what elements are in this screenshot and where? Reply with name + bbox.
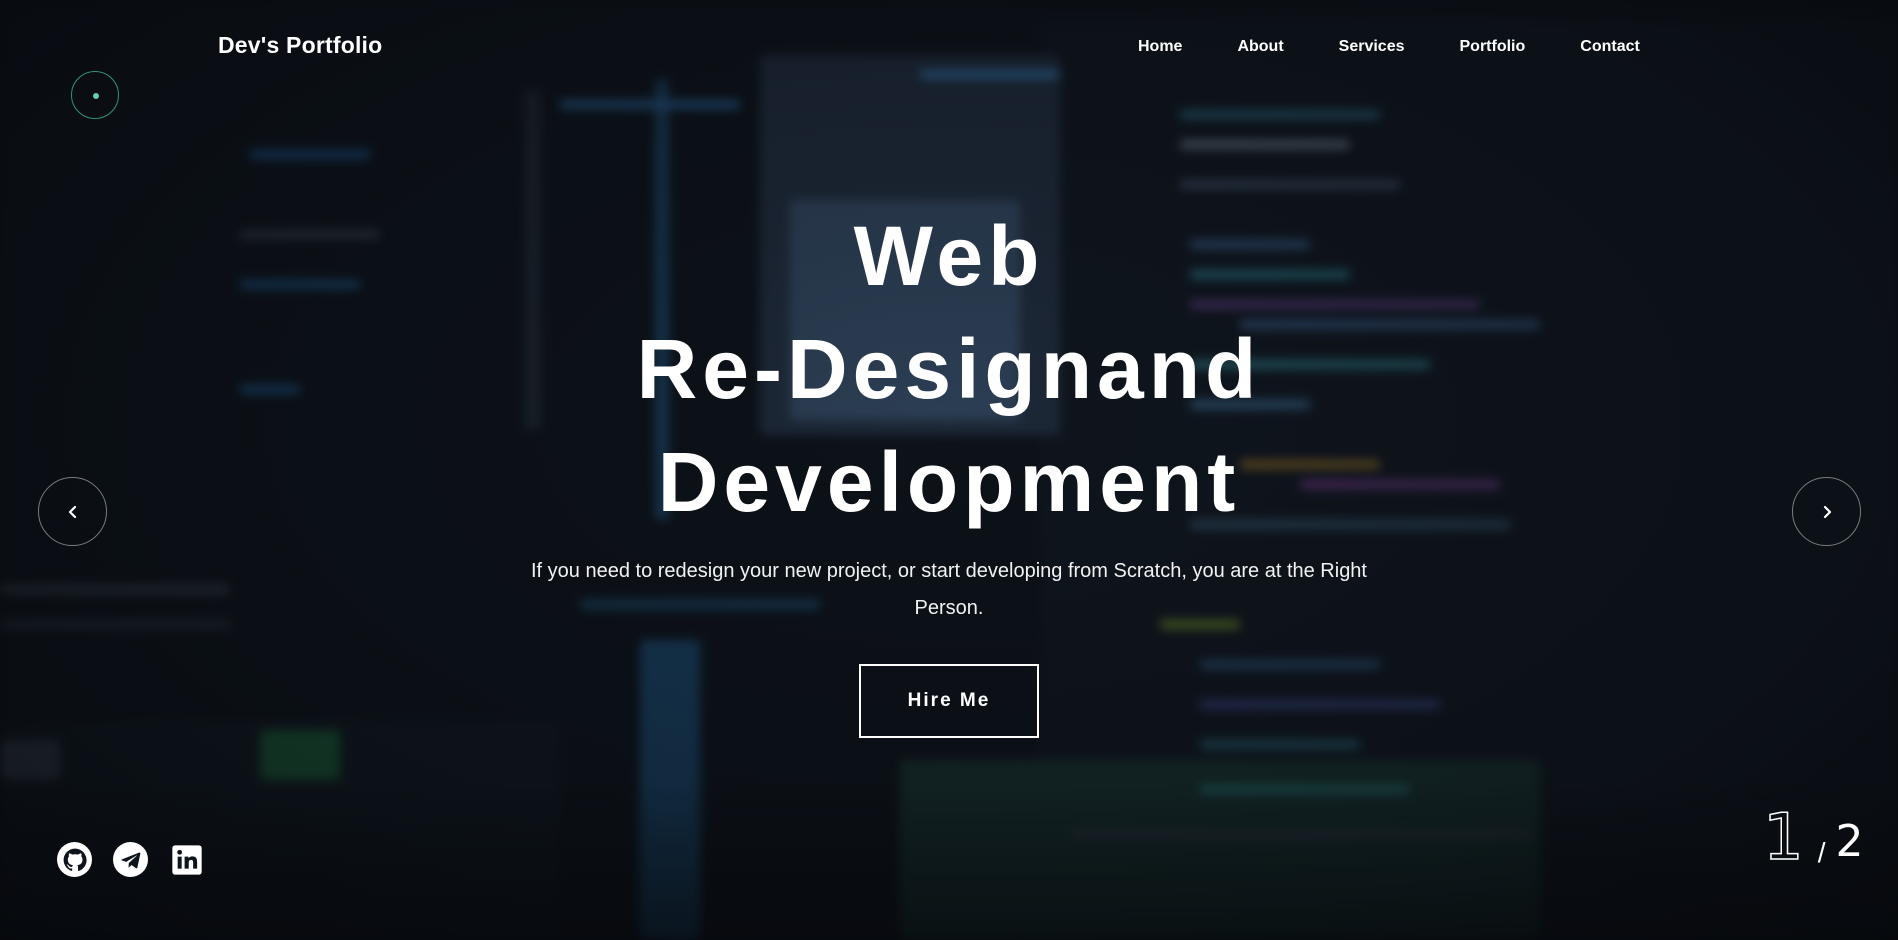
nav-about[interactable]: About bbox=[1237, 38, 1283, 56]
nav-home[interactable]: Home bbox=[1138, 38, 1182, 56]
background-vignette bbox=[0, 780, 1898, 940]
next-slide-button[interactable] bbox=[1792, 477, 1861, 546]
hero-title-line-2: Re-Designand bbox=[636, 322, 1262, 416]
chevron-right-icon bbox=[1823, 505, 1831, 518]
slide-current: 1 bbox=[1762, 801, 1804, 875]
nav-contact[interactable]: Contact bbox=[1580, 38, 1640, 56]
chevron-left-icon bbox=[68, 505, 76, 518]
linkedin-link[interactable] bbox=[169, 842, 204, 877]
cursor-ring-icon bbox=[71, 71, 119, 119]
github-icon bbox=[63, 848, 87, 871]
hero-section: Web Re-Designand Development bbox=[0, 200, 1898, 539]
slide-total: 2 bbox=[1835, 816, 1864, 867]
linkedin-icon bbox=[171, 844, 202, 875]
telegram-icon bbox=[120, 852, 140, 868]
prev-slide-button[interactable] bbox=[38, 477, 107, 546]
nav-services[interactable]: Services bbox=[1339, 38, 1405, 56]
slide-counter: 1 / 2 bbox=[1762, 801, 1864, 875]
nav-portfolio[interactable]: Portfolio bbox=[1460, 38, 1526, 56]
slide-separator: / bbox=[1817, 837, 1826, 868]
hero-title: Web Re-Designand Development bbox=[0, 200, 1898, 539]
github-link[interactable] bbox=[57, 842, 92, 877]
telegram-link[interactable] bbox=[113, 842, 148, 877]
hero-subtitle: If you need to redesign your new project… bbox=[530, 560, 1367, 619]
hire-me-button[interactable]: Hire Me bbox=[859, 664, 1039, 738]
social-links bbox=[57, 842, 204, 877]
hero-title-line-3: Development bbox=[657, 435, 1241, 529]
hero-title-line-1: Web bbox=[853, 209, 1045, 303]
cursor-dot bbox=[93, 93, 99, 99]
brand-logo[interactable]: Dev's Portfolio bbox=[218, 32, 382, 59]
main-nav: Home About Services Portfolio Contact bbox=[1138, 38, 1640, 56]
